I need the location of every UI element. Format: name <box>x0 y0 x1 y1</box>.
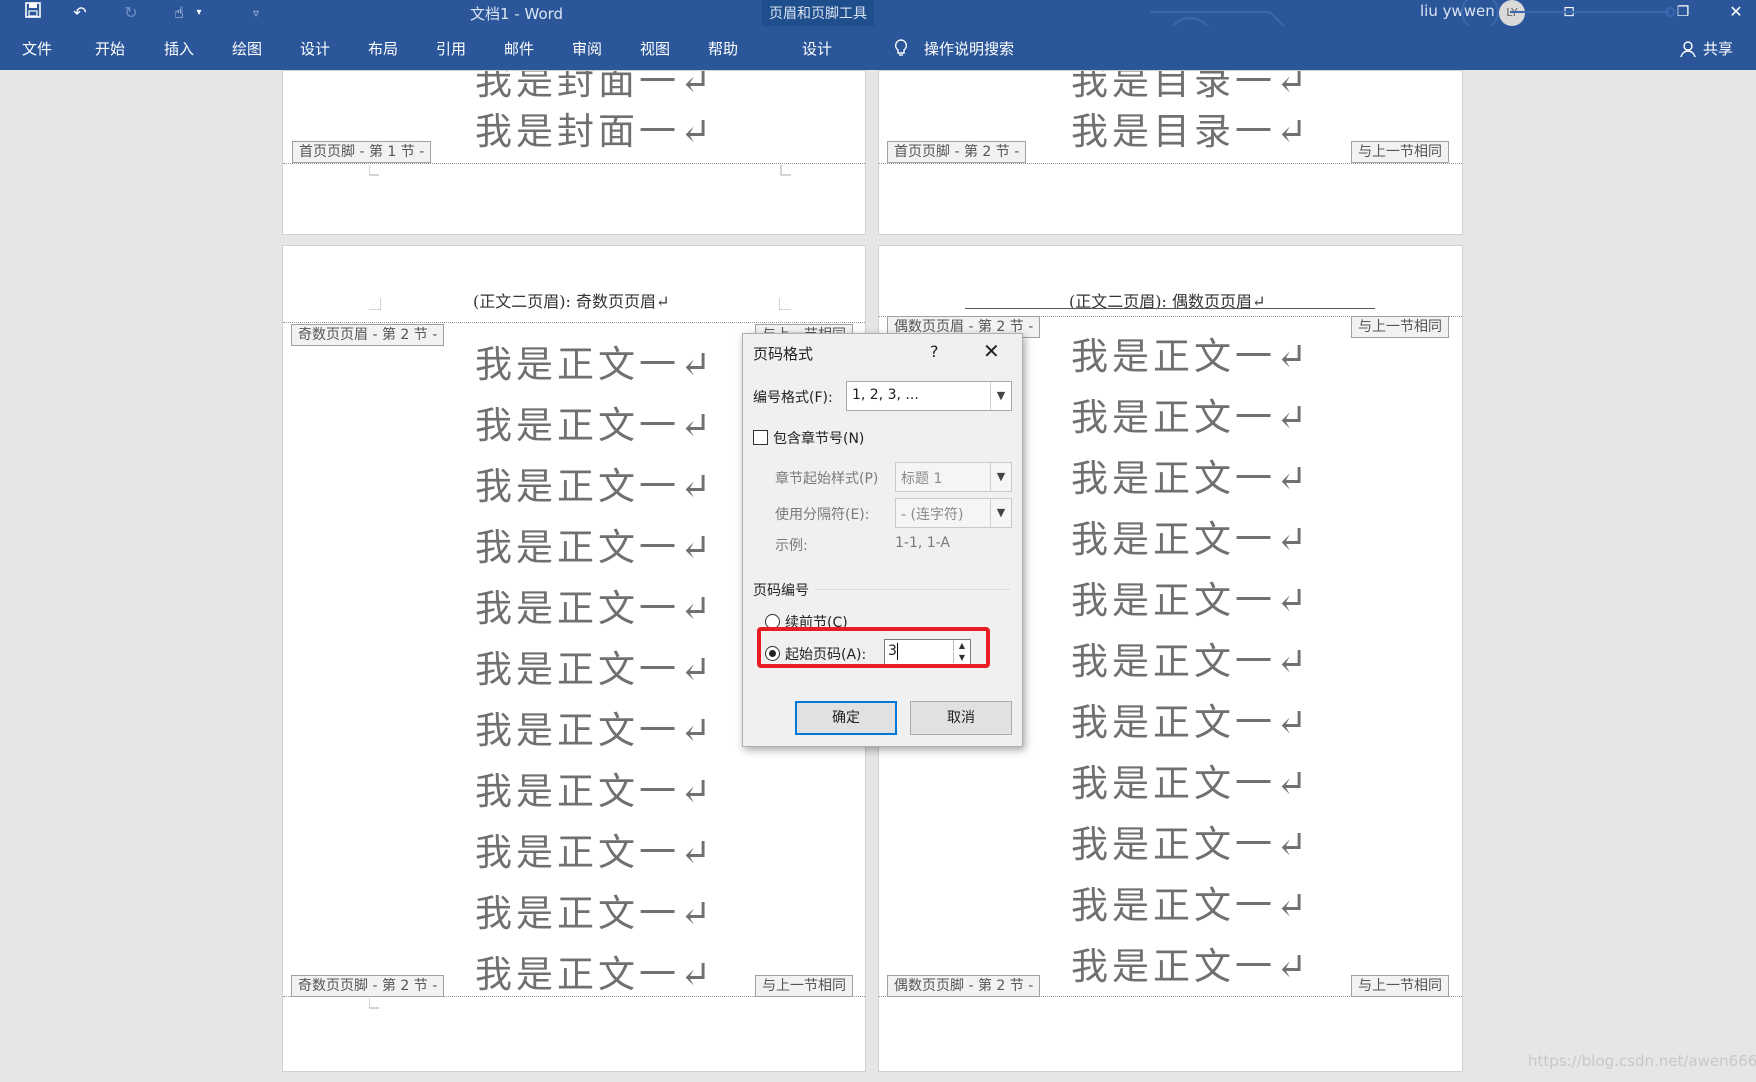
tab-references[interactable]: 引用 <box>436 38 466 59</box>
undo-icon[interactable]: ↶ <box>69 2 91 24</box>
page-cover[interactable]: 我是封面一↵ 我是封面一↵ 首页页脚 - 第 1 节 - <box>282 70 866 235</box>
footer-tag: 首页页脚 - 第 2 节 - <box>887 141 1027 163</box>
body-text-line[interactable]: 我是正文一↵ <box>1071 326 1311 380</box>
group-separator <box>815 589 1010 590</box>
tab-insert[interactable]: 插入 <box>164 38 194 59</box>
separator-select[interactable]: - (连字符) ▼ <box>895 498 1012 528</box>
body-text-line[interactable]: 我是正文一↵ <box>1071 448 1311 502</box>
odd-header-text[interactable]: (正文二页眉): 奇数页页眉↵ <box>473 288 669 312</box>
body-text-line: 我是封面一↵ <box>475 70 716 103</box>
touch-mode-dropdown-icon[interactable]: ▾ <box>188 2 210 24</box>
tab-header-footer-design[interactable]: 设计 <box>802 38 832 59</box>
tell-me-search[interactable]: 操作说明搜索 <box>924 38 1014 59</box>
body-text-line[interactable]: 我是正文一↵ <box>475 761 715 815</box>
body-text-line[interactable]: 我是正文一↵ <box>475 578 715 632</box>
lightbulb-icon[interactable] <box>894 39 908 61</box>
chapter-style-value: 标题 1 <box>901 471 943 487</box>
tab-design[interactable]: 设计 <box>300 38 330 59</box>
body-text-line[interactable]: 我是正文一↵ <box>475 639 715 693</box>
margin-corner <box>369 298 381 310</box>
chapter-style-label: 章节起始样式(P) <box>775 471 879 487</box>
tab-help[interactable]: 帮助 <box>708 38 738 59</box>
annotation-highlight-box <box>757 627 990 668</box>
person-icon[interactable] <box>1680 40 1696 62</box>
tab-draw[interactable]: 绘图 <box>232 38 262 59</box>
footer-tag: 首页页脚 - 第 1 节 - <box>292 141 432 163</box>
margin-corner <box>369 998 379 1009</box>
same-as-previous-tag: 与上一节相同 <box>755 975 853 997</box>
chevron-down-icon[interactable]: ▼ <box>990 382 1011 410</box>
cancel-button[interactable]: 取消 <box>910 701 1012 735</box>
number-format-value: 1, 2, 3, ... <box>852 387 919 403</box>
chapter-style-select[interactable]: 标题 1 ▼ <box>895 462 1012 492</box>
body-text-line[interactable]: 我是正文一↵ <box>475 456 715 510</box>
body-text-line[interactable]: 我是正文一↵ <box>1071 509 1311 563</box>
ok-button[interactable]: 确定 <box>795 701 897 735</box>
footer-boundary <box>283 163 865 164</box>
include-chapter-label[interactable]: 包含章节号(N) <box>773 428 864 448</box>
same-as-previous-tag: 与上一节相同 <box>1351 141 1449 163</box>
body-text-line[interactable]: 我是正文一↵ <box>1071 631 1311 685</box>
body-text-line[interactable]: 我是正文一↵ <box>475 395 715 449</box>
tab-file[interactable]: 文件 <box>22 38 52 59</box>
example-label: 示例: <box>775 538 808 554</box>
footer-boundary <box>879 163 1462 164</box>
body-text-line[interactable]: 我是正文一↵ <box>1071 753 1311 807</box>
tab-mailings[interactable]: 邮件 <box>504 38 534 59</box>
header-boundary <box>283 322 865 323</box>
chevron-down-icon[interactable]: ▼ <box>990 463 1011 491</box>
help-button[interactable]: ? <box>930 342 939 361</box>
body-text-line[interactable]: 我是正文一↵ <box>1071 692 1311 746</box>
body-text-line[interactable]: 我是正文一↵ <box>475 944 715 998</box>
margin-corner <box>779 298 791 310</box>
body-text-line[interactable]: 我是正文一↵ <box>1071 814 1311 868</box>
number-format-label: 编号格式(F): <box>753 390 833 406</box>
document-title: 文档1 - Word <box>470 5 564 23</box>
header-footer-tools-title: 页眉和页脚工具 <box>769 6 867 22</box>
same-as-previous-tag: 与上一节相同 <box>1351 316 1449 338</box>
footer-tag: 奇数页页脚 - 第 2 节 - <box>291 975 445 997</box>
page-number-format-dialog: 页码格式 ? ✕ 编号格式(F): 1, 2, 3, ... ▼ 包含章节号(N… <box>742 333 1023 747</box>
ribbon-tab-bar: 文件 开始 插入 绘图 设计 布局 引用 邮件 审阅 视图 帮助 设计 操作说明… <box>0 26 1756 70</box>
share-button[interactable]: 共享 <box>1703 38 1733 59</box>
page-toc[interactable]: 我是目录一↵ 我是目录一↵ 首页页脚 - 第 2 节 - 与上一节相同 <box>878 70 1463 235</box>
dialog-title: 页码格式 <box>753 345 814 363</box>
close-icon[interactable]: ✕ <box>1716 0 1756 26</box>
body-text-line[interactable]: 我是正文一↵ <box>1071 570 1311 624</box>
numbering-group-label: 页码编号 <box>753 583 809 599</box>
include-chapter-checkbox[interactable] <box>753 430 768 445</box>
body-text-line[interactable]: 我是正文一↵ <box>475 334 715 388</box>
body-text-line: 我是目录一↵ <box>1071 110 1312 153</box>
body-text-line[interactable]: 我是正文一↵ <box>1071 387 1311 441</box>
body-text-line[interactable]: 我是正文一↵ <box>1071 875 1311 929</box>
close-icon[interactable]: ✕ <box>983 339 1000 363</box>
body-text-line[interactable]: 我是正文一↵ <box>475 517 715 571</box>
redo-icon[interactable]: ↻ <box>120 2 142 24</box>
header-underline <box>965 308 1375 309</box>
header-tag: 奇数页页眉 - 第 2 节 - <box>291 324 445 346</box>
separator-label: 使用分隔符(E): <box>775 507 870 523</box>
margin-corner <box>369 165 379 176</box>
save-icon[interactable] <box>22 2 44 24</box>
customize-qat-icon[interactable]: ▿ <box>245 2 267 24</box>
separator-value: - (连字符) <box>901 507 964 523</box>
tab-home[interactable]: 开始 <box>95 38 125 59</box>
same-as-previous-tag: 与上一节相同 <box>1351 975 1449 997</box>
example-value: 1-1, 1-A <box>895 535 950 551</box>
tab-view[interactable]: 视图 <box>640 38 670 59</box>
body-text-line[interactable]: 我是正文一↵ <box>1071 936 1311 990</box>
tab-review[interactable]: 审阅 <box>572 38 602 59</box>
watermark: https://blog.csdn.net/awen6666 <box>1528 1052 1756 1070</box>
margin-corner <box>780 165 791 176</box>
chevron-down-icon[interactable]: ▼ <box>990 499 1011 527</box>
body-text-line: 我是封面一↵ <box>475 110 716 153</box>
number-format-select[interactable]: 1, 2, 3, ... ▼ <box>846 381 1012 411</box>
touch-mode-icon[interactable]: ☝ <box>168 2 190 24</box>
footer-tag: 偶数页页脚 - 第 2 节 - <box>887 975 1041 997</box>
body-text-line[interactable]: 我是正文一↵ <box>475 700 715 754</box>
body-text-line: 我是目录一↵ <box>1071 70 1312 103</box>
body-text-line[interactable]: 我是正文一↵ <box>475 822 715 876</box>
tab-layout[interactable]: 布局 <box>368 38 398 59</box>
body-text-line[interactable]: 我是正文一↵ <box>475 883 715 937</box>
